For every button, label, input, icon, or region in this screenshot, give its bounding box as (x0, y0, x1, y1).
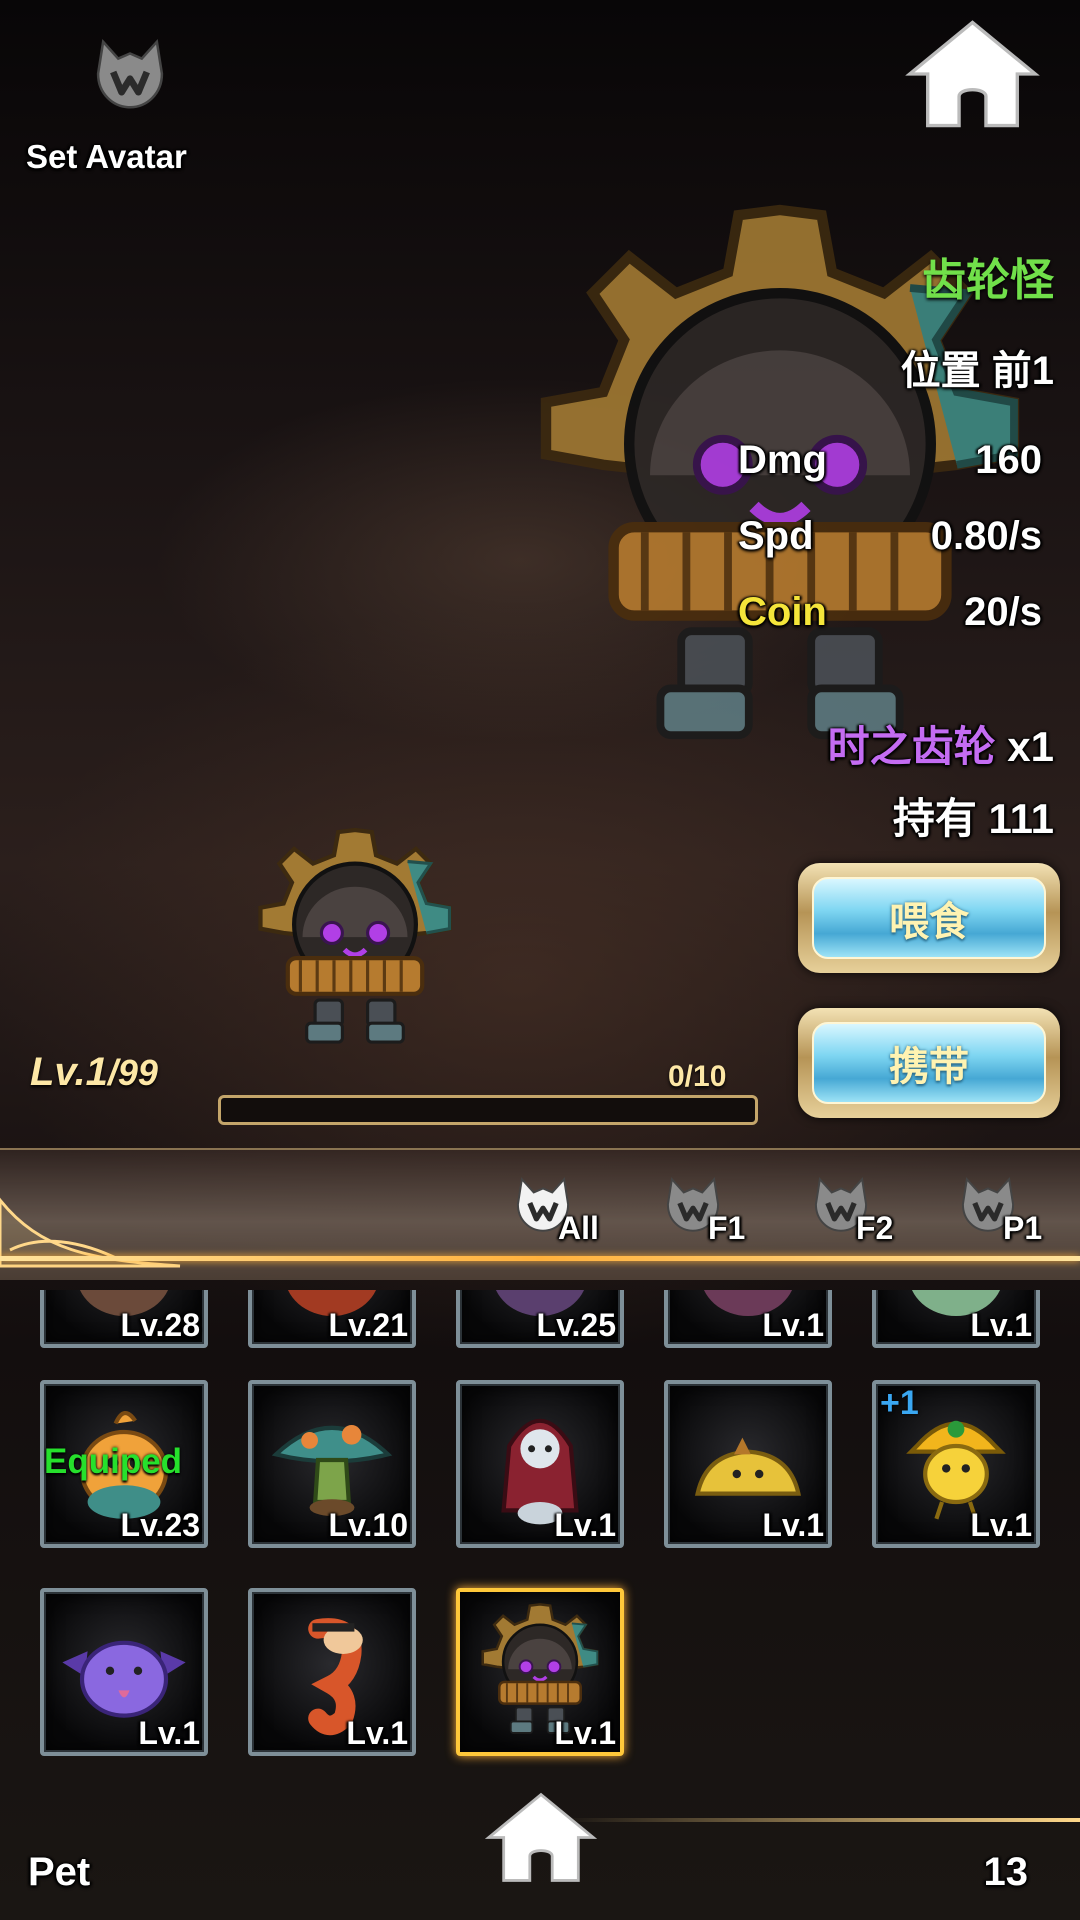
pet-level: Lv.1/99 (30, 1050, 158, 1095)
feed-item-name: 时之齿轮 (827, 723, 996, 770)
pet-card[interactable]: +1 Lv.1 (872, 1380, 1040, 1548)
pet-level: Lv.1 (554, 1507, 616, 1543)
tab-label: All (558, 1210, 599, 1246)
tab-label: F2 (856, 1210, 894, 1246)
stat-label: Coin (738, 590, 827, 634)
stat-spd-row: Spd 0.80/s (730, 514, 1042, 574)
owned-label: 持有 (892, 795, 977, 842)
pet-card[interactable]: Lv.1 (40, 1588, 208, 1756)
feed-button[interactable]: 喂食 (798, 863, 1060, 973)
pet-level: Lv.28 (120, 1307, 200, 1343)
pet-level: Lv.1 (762, 1307, 824, 1343)
pet-count: 13 (983, 1850, 1029, 1894)
owned-row: 持有 111 (893, 785, 1054, 846)
carry-button[interactable]: 携带 (798, 1008, 1060, 1118)
pet-card[interactable]: Lv.21 (248, 1290, 416, 1348)
pet-level: Lv.1 (762, 1507, 824, 1543)
pet-level: Lv.23 (120, 1507, 200, 1543)
pet-level: Lv.1 (970, 1507, 1032, 1543)
stat-label: Spd (738, 514, 814, 558)
tab-all[interactable]: All (510, 1170, 630, 1250)
feed-item-row: 时之齿轮 x1 (828, 713, 1054, 774)
pet-level: Lv.10 (328, 1507, 408, 1543)
pet-level: Lv.25 (536, 1307, 616, 1343)
set-avatar-label: Set Avatar (26, 138, 187, 175)
stat-value: 20/s (964, 590, 1042, 634)
pet-card[interactable]: Lv.1 (456, 1380, 624, 1548)
pet-card[interactable]: Equiped Lv.23 (40, 1380, 208, 1548)
carry-button-label: 携带 (812, 1022, 1046, 1104)
footer-title: Pet (28, 1850, 91, 1894)
pet-screen: Set Avatar 齿轮怪 位置 前1 Dmg 160 Spd 0.80/s … (0, 0, 1080, 1920)
level-max: /99 (107, 1052, 158, 1093)
pet-name: 齿轮怪 (922, 256, 1054, 305)
position-label: 位置 (900, 349, 981, 393)
tab-p1[interactable]: P1 (955, 1170, 1075, 1250)
equipped-badge: Equiped (44, 1442, 183, 1481)
pet-grid: Lv.28 Lv.21 Lv.25 Lv.1 Lv.1 Equiped Lv.2… (0, 1290, 1080, 1770)
pet-card[interactable]: Lv.1 (664, 1290, 832, 1348)
pet-level: Lv.1 (554, 1715, 616, 1751)
wolf-emblem-icon (88, 30, 172, 114)
position-value: 前1 (991, 349, 1054, 393)
stat-coin-row: Coin 20/s (730, 590, 1042, 650)
pet-level: Lv.1 (970, 1307, 1032, 1343)
exp-text: 0/10 (668, 1060, 727, 1093)
pet-card-selected[interactable]: Lv.1 (456, 1588, 624, 1756)
pet-level: Lv.21 (328, 1307, 408, 1343)
pet-card[interactable]: Lv.1 (872, 1290, 1040, 1348)
level-current: Lv.1 (30, 1050, 108, 1094)
filter-divider (0, 1256, 1080, 1261)
bottom-divider (560, 1818, 1080, 1822)
owned-value: 111 (988, 795, 1054, 842)
pet-card[interactable]: Lv.28 (40, 1290, 208, 1348)
tab-label: P1 (1003, 1210, 1043, 1246)
home-icon[interactable] (905, 18, 1040, 130)
set-avatar-button[interactable]: Set Avatar (20, 20, 205, 175)
feed-item-qty: x1 (1007, 723, 1054, 770)
tab-label: F1 (708, 1210, 746, 1246)
position-row: 位置 前1 (901, 338, 1054, 396)
upgrade-badge: +1 (880, 1384, 919, 1422)
pet-level: Lv.1 (138, 1715, 200, 1751)
pet-level: Lv.1 (346, 1715, 408, 1751)
pet-card[interactable]: Lv.1 (248, 1588, 416, 1756)
pet-card[interactable]: Lv.25 (456, 1290, 624, 1348)
pet-card[interactable]: Lv.1 (664, 1380, 832, 1548)
tab-f1[interactable]: F1 (660, 1170, 780, 1250)
home-icon[interactable] (485, 1790, 597, 1885)
feed-button-label: 喂食 (812, 877, 1046, 959)
exp-bar (218, 1095, 758, 1125)
stat-value: 0.80/s (930, 514, 1042, 558)
stat-dmg-row: Dmg 160 (730, 438, 1042, 498)
stat-value: 160 (975, 438, 1042, 482)
gear-monster-pet (250, 815, 460, 1055)
stat-label: Dmg (738, 438, 827, 482)
tab-f2[interactable]: F2 (808, 1170, 928, 1250)
pet-card[interactable]: Lv.10 (248, 1380, 416, 1548)
